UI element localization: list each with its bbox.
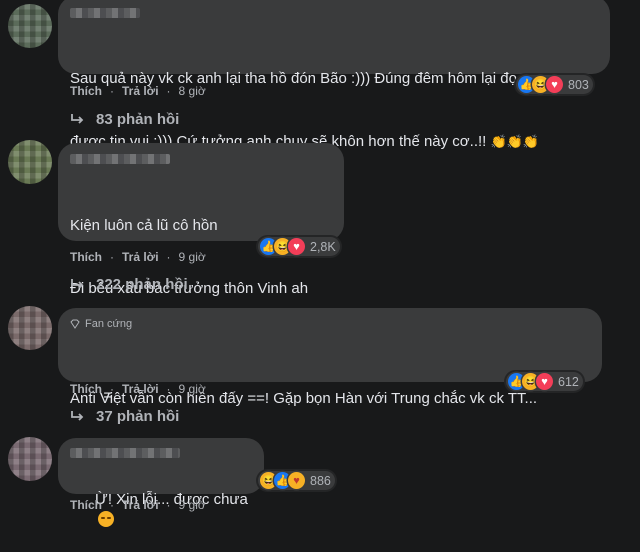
reaction-count: 612 bbox=[558, 374, 579, 389]
diamond-icon bbox=[70, 319, 80, 329]
author-name[interactable] bbox=[70, 154, 170, 164]
love-icon: ♥ bbox=[546, 76, 563, 93]
like-button[interactable]: Thích bbox=[70, 84, 102, 98]
comment-actions: Thích · Trả lời · 9 giờ bbox=[70, 498, 206, 512]
comment-actions: Thích · Trả lời · 8 giờ bbox=[70, 84, 206, 98]
care-icon: ♥ bbox=[288, 472, 305, 489]
comment-text-line: Kiện luôn cả lũ cô hồn bbox=[70, 217, 218, 234]
comment-bubble: Fan cứng Anti Việt vẫn còn hiền đấy ==! … bbox=[58, 308, 602, 407]
like-button[interactable]: Thích bbox=[70, 250, 102, 264]
author-name[interactable] bbox=[70, 8, 140, 18]
comment-actions: Thích · Trả lời · 9 giờ bbox=[70, 382, 206, 396]
view-replies-link[interactable]: 222 phản hồi bbox=[70, 276, 188, 293]
view-replies-link[interactable]: 83 phản hồi bbox=[70, 111, 179, 128]
sad-emoji-icon bbox=[98, 511, 115, 527]
clap-icon: 👏👏👏 bbox=[490, 134, 540, 149]
avatar[interactable] bbox=[8, 140, 52, 184]
comment-actions: Thích · Trả lời · 9 giờ bbox=[70, 250, 206, 264]
timestamp[interactable]: 9 giờ bbox=[179, 498, 206, 512]
reply-arrow-icon bbox=[71, 410, 84, 421]
reply-button[interactable]: Trả lời bbox=[122, 84, 159, 98]
badge-label: Fan cứng bbox=[85, 318, 133, 330]
reaction-count: 886 bbox=[310, 473, 331, 488]
reply-arrow-icon bbox=[71, 113, 84, 124]
comment-bubble: Kiện luôn cả lũ cô hồn Đi bêu xấu bác tr… bbox=[58, 143, 344, 404]
reply-button[interactable]: Trả lời bbox=[122, 250, 159, 264]
reply-arrow-icon bbox=[71, 278, 84, 289]
author-badge: Fan cứng bbox=[70, 316, 590, 332]
reaction-summary[interactable]: 😆 👍 ♥ 886 bbox=[258, 471, 335, 490]
comment-bubble: Sau quả này vk ck anh lại tha hồ đón Bão… bbox=[58, 0, 610, 150]
author-name[interactable] bbox=[70, 448, 180, 458]
reaction-summary[interactable]: 👍 😆 ♥ 803 bbox=[516, 75, 593, 94]
like-button[interactable]: Thích bbox=[70, 498, 102, 512]
comment-bubble: Ừ! Xin lỗi... được chưa bbox=[58, 438, 264, 527]
comment-text: Anti Việt vẫn còn hiền đấy ==! Gặp bọn H… bbox=[70, 346, 590, 451]
reaction-summary[interactable]: 👍 😆 ♥ 612 bbox=[506, 372, 583, 391]
avatar[interactable] bbox=[8, 437, 52, 481]
timestamp[interactable]: 9 giờ bbox=[179, 382, 206, 396]
like-button[interactable]: Thích bbox=[70, 382, 102, 396]
reply-button[interactable]: Trả lời bbox=[122, 498, 159, 512]
reply-button[interactable]: Trả lời bbox=[122, 382, 159, 396]
timestamp[interactable]: 8 giờ bbox=[179, 84, 206, 98]
reaction-count: 2,8K bbox=[310, 239, 336, 254]
replies-count: 222 phản hồi bbox=[96, 276, 188, 293]
replies-count: 37 phản hồi bbox=[96, 408, 180, 425]
reaction-count: 803 bbox=[568, 77, 589, 92]
replies-count: 83 phản hồi bbox=[96, 111, 180, 128]
view-replies-link[interactable]: 37 phản hồi bbox=[70, 408, 179, 425]
avatar[interactable] bbox=[8, 306, 52, 350]
love-icon: ♥ bbox=[288, 238, 305, 255]
avatar[interactable] bbox=[8, 4, 52, 48]
timestamp[interactable]: 9 giờ bbox=[179, 250, 206, 264]
reaction-summary[interactable]: 👍 😆 ♥ 2,8K bbox=[258, 237, 340, 256]
love-icon: ♥ bbox=[536, 373, 553, 390]
